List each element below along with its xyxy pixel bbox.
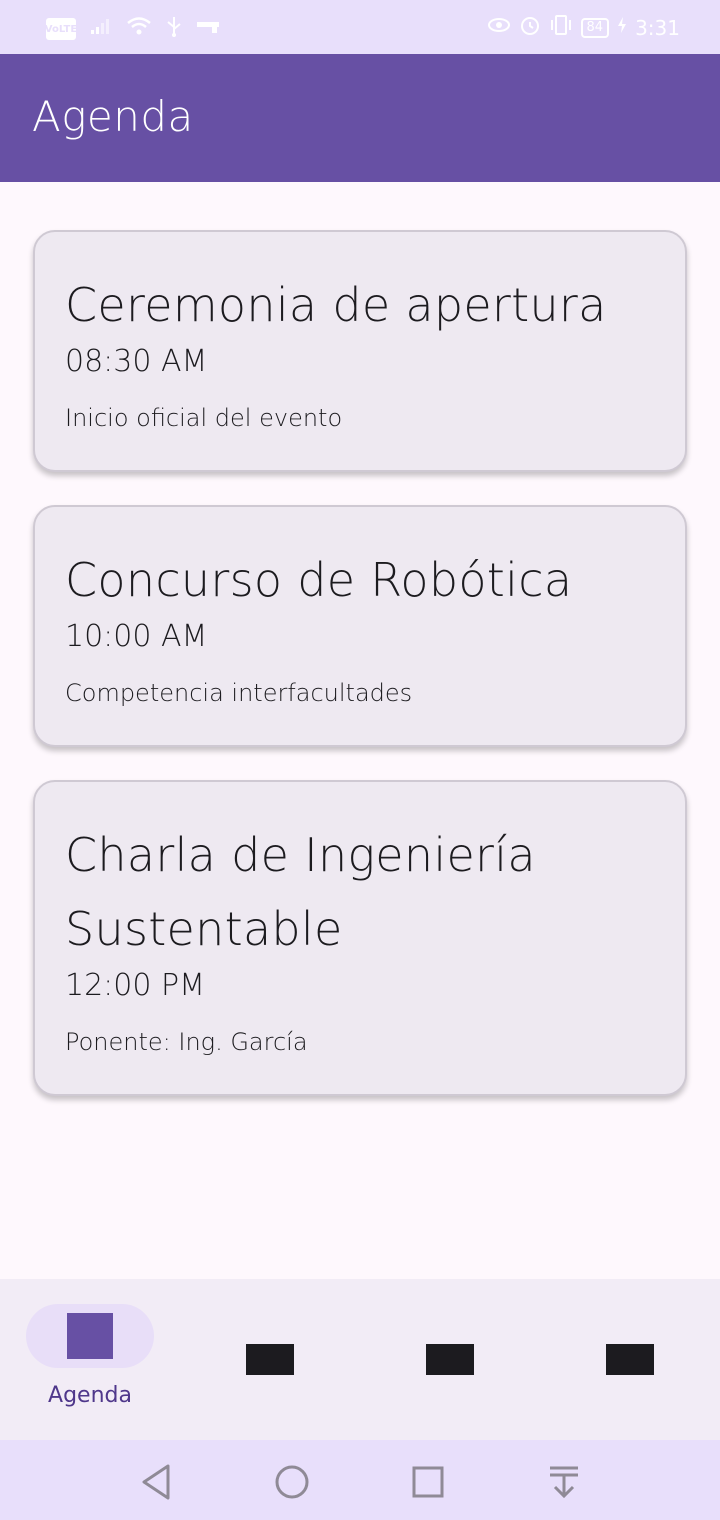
- placeholder-icon: [246, 1344, 294, 1375]
- event-title: Charla de Ingeniería Sustentable: [65, 818, 655, 966]
- back-icon[interactable]: [136, 1462, 176, 1502]
- status-right-icons: 84 3:31: [487, 14, 680, 41]
- event-card[interactable]: Charla de Ingeniería Sustentable 12:00 P…: [33, 780, 687, 1096]
- system-navigation-bar: [0, 1440, 720, 1520]
- alarm-icon: [519, 14, 541, 41]
- event-time: 12:00 PM: [65, 968, 205, 1003]
- placeholder-icon: [426, 1344, 474, 1375]
- status-bar: VoLTE 84 3:31: [0, 0, 720, 54]
- nav-item-4[interactable]: [540, 1279, 720, 1440]
- agenda-icon: [67, 1313, 113, 1359]
- nav-item-agenda[interactable]: Agenda: [0, 1279, 180, 1440]
- top-app-bar: Agenda: [0, 54, 720, 182]
- event-card[interactable]: Concurso de Robótica 10:00 AM Competenci…: [33, 505, 687, 747]
- event-description: Competencia interfacultades: [65, 679, 413, 707]
- event-title: Concurso de Robótica: [65, 553, 573, 607]
- event-title: Ceremonia de apertura: [65, 278, 607, 332]
- event-time: 10:00 AM: [65, 619, 208, 654]
- debug-icon: [196, 18, 220, 40]
- event-title-line: Sustentable: [65, 902, 343, 956]
- volte-icon: VoLTE: [45, 18, 77, 40]
- usb-icon: [166, 15, 182, 43]
- event-description: Inicio oficial del evento: [65, 404, 343, 432]
- status-left-icons: VoLTE: [45, 15, 220, 43]
- event-card[interactable]: Ceremonia de apertura 08:30 AM Inicio of…: [33, 230, 687, 472]
- signal-icon: [90, 17, 112, 41]
- recents-icon[interactable]: [408, 1462, 448, 1502]
- event-title-line: Charla de Ingeniería: [65, 828, 536, 882]
- nav-item-label: Agenda: [48, 1383, 132, 1408]
- event-description: Ponente: Ing. García: [65, 1028, 308, 1056]
- nav-item-2[interactable]: [180, 1279, 360, 1440]
- nav-item-3[interactable]: [360, 1279, 540, 1440]
- placeholder-icon: [606, 1344, 654, 1375]
- wifi-icon: [126, 16, 152, 42]
- page-title: Agenda: [32, 92, 194, 141]
- home-icon[interactable]: [272, 1462, 312, 1502]
- charging-icon: [617, 16, 627, 39]
- eye-comfort-icon: [487, 16, 511, 39]
- event-time: 08:30 AM: [65, 344, 208, 379]
- notification-pull-icon[interactable]: [544, 1462, 584, 1502]
- battery-icon: 84: [580, 17, 610, 38]
- vibrate-icon: [549, 14, 573, 41]
- status-time: 3:31: [635, 15, 680, 40]
- bottom-navigation: Agenda: [0, 1279, 720, 1440]
